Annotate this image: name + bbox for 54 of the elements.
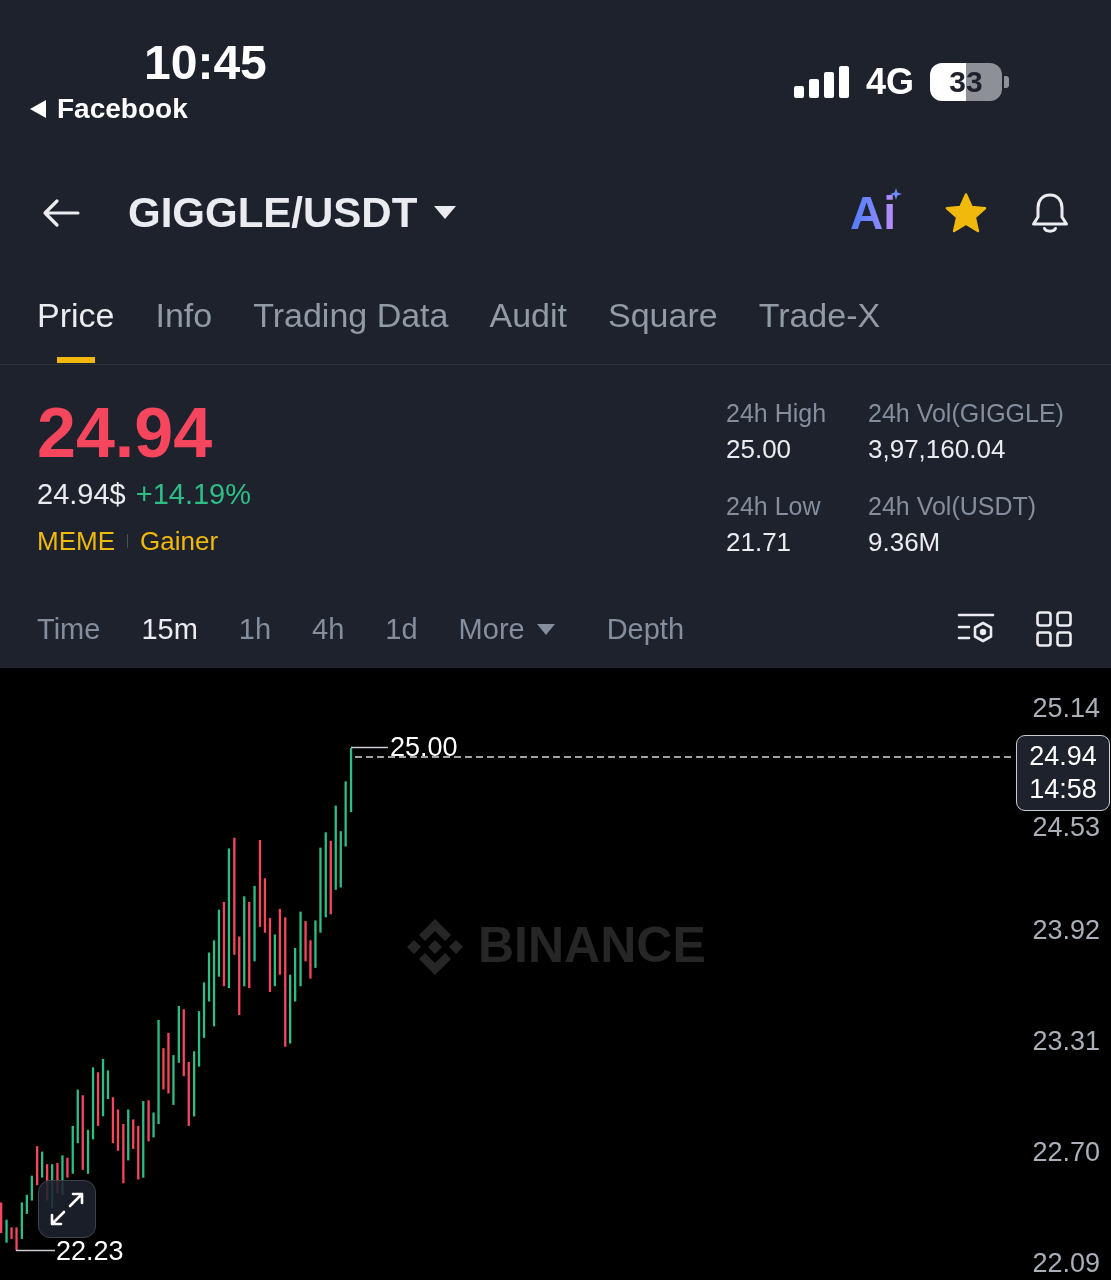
price-change: +14.19% (135, 477, 251, 512)
caret-down-icon (536, 623, 555, 635)
stat-label: 24h Low (726, 491, 822, 522)
tag-label: MEME (37, 525, 115, 558)
chart-mode-tab[interactable]: More (458, 611, 555, 647)
diamond-logo-icon (405, 917, 465, 977)
stat-label: 24h High (726, 398, 828, 429)
last-price-value: 24.94 (1029, 740, 1097, 773)
high-leader-line (350, 746, 389, 749)
network-type: 4G (865, 62, 914, 102)
low-leader-line (15, 1249, 56, 1252)
tab[interactable]: Trading Data (253, 275, 449, 364)
stat-value: 25.00 (726, 433, 793, 466)
tag-label: Gainer (140, 525, 219, 558)
star-icon[interactable] (945, 192, 987, 233)
stat-label: 24h Vol(GIGGLE) (868, 398, 1065, 429)
expand-chart-button[interactable] (38, 1180, 96, 1238)
price-axis-label: 22.70 (1032, 1137, 1100, 1167)
chart-mode-tab[interactable]: Time (37, 611, 101, 647)
grid-layout-icon[interactable] (1036, 611, 1072, 647)
pair-selector[interactable]: GIGGLE/USDT (128, 181, 457, 244)
stat-value: 21.71 (726, 526, 793, 559)
price-axis-label: 22.09 (1032, 1248, 1100, 1278)
back-to-app-link[interactable]: Facebook (30, 89, 188, 129)
price-axis-label: 24.53 (1032, 812, 1100, 842)
usd-price: 24.94$ (37, 477, 126, 512)
high-price-label: 25.00 (390, 732, 458, 762)
caret-down-icon (434, 206, 457, 219)
low-price-label: 22.23 (56, 1236, 124, 1266)
chart-mode-tab[interactable]: 4h (312, 611, 345, 647)
stat-value: 3,97,160.04 (868, 433, 1007, 466)
chart-mode-tab[interactable]: 15m (141, 611, 198, 647)
tab[interactable]: Price (37, 275, 115, 364)
price-axis-label: 23.92 (1032, 915, 1100, 945)
tab[interactable]: Square (608, 275, 718, 364)
chart-mode-tab[interactable]: Depth (606, 611, 685, 647)
bell-icon[interactable] (1030, 191, 1070, 234)
expand-arrows-icon (49, 1191, 85, 1227)
back-arrow-icon[interactable] (42, 197, 80, 228)
stat-value: 9.36M (868, 526, 942, 559)
price-axis-label: 23.31 (1032, 1026, 1100, 1056)
tab[interactable]: Trade-X (758, 275, 881, 364)
chart-mode-tab[interactable]: 1d (385, 611, 418, 647)
clock-time: 10:45 (144, 37, 267, 89)
signal-bars-icon (793, 66, 850, 98)
battery-indicator: 33 (930, 63, 1010, 101)
last-price: 24.94 (37, 395, 214, 471)
chart-mode-tab[interactable]: 1h (238, 611, 272, 647)
stat-label: 24h Vol(USDT) (868, 491, 1038, 522)
back-triangle-icon (30, 100, 46, 118)
tab[interactable]: Audit (489, 275, 567, 364)
tab[interactable]: Info (155, 275, 213, 364)
candle-countdown: 14:58 (1029, 773, 1097, 806)
price-axis-label: 25.14 (1032, 693, 1100, 723)
